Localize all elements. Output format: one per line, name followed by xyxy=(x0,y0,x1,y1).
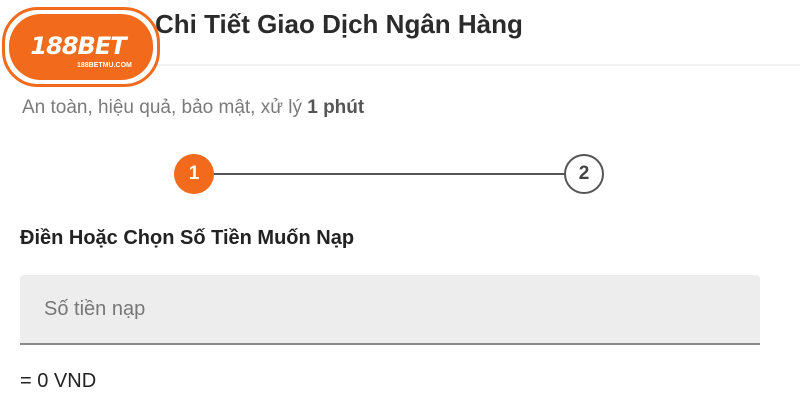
stepper: 1 2 xyxy=(174,154,608,194)
logo-text: 188BET xyxy=(30,32,126,60)
subtitle-text: An toàn, hiệu quả, bảo mật, xử lý xyxy=(22,97,308,118)
stepper-line xyxy=(214,173,570,175)
converted-amount: = 0 VND xyxy=(20,370,97,392)
logo-subtext: 188BETMU.COM xyxy=(77,62,132,69)
step-2[interactable]: 2 xyxy=(564,154,604,194)
amount-label: Điền Hoặc Chọn Số Tiền Muốn Nạp xyxy=(20,227,355,249)
step-1[interactable]: 1 xyxy=(174,154,214,194)
subtitle-bold: 1 phút xyxy=(307,97,365,118)
subtitle: An toàn, hiệu quả, bảo mật, xử lý 1 phút xyxy=(22,97,364,119)
amount-input[interactable] xyxy=(20,275,760,345)
page-title: Chi Tiết Giao Dịch Ngân Hàng xyxy=(155,9,523,39)
brand-logo[interactable]: 188BET 188BETMU.COM xyxy=(2,7,160,87)
